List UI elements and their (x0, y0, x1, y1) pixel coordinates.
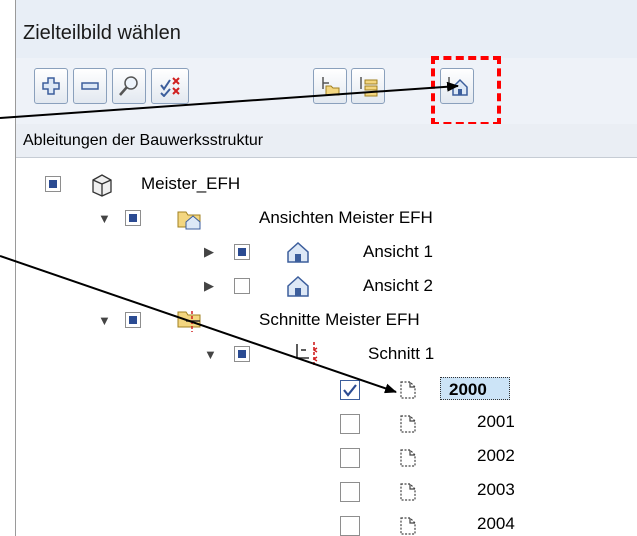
structure-levels-button[interactable] (351, 68, 385, 104)
tree-checkbox[interactable] (234, 278, 250, 294)
deselect-all-button[interactable] (151, 68, 189, 104)
drawing-page-icon (400, 415, 416, 433)
deselect-all-icon (160, 77, 180, 97)
chevron-right-icon[interactable]: ▶ (204, 278, 214, 294)
tree-checkbox[interactable] (340, 414, 360, 434)
expand-all-button[interactable] (34, 68, 68, 104)
tree-node-label: 2003 (477, 480, 515, 499)
tree-checkbox[interactable] (125, 210, 141, 226)
drawing-page-icon (400, 517, 416, 535)
collapse-all-icon (81, 82, 99, 90)
toolbar (16, 58, 637, 124)
tree-node-label-selected: 2000 (440, 377, 510, 400)
dialog-title: Zielteilbild wählen (23, 22, 181, 44)
expand-all-icon (42, 77, 60, 95)
tree-header: Ableitungen der Bauwerksstruktur (16, 124, 637, 158)
tree-node-drawing[interactable]: 2003 (16, 474, 637, 508)
tree-checkbox[interactable] (340, 482, 360, 502)
drawing-page-icon (400, 381, 416, 399)
tree-node-drawing[interactable]: 2001 (16, 406, 637, 440)
tree-checkbox[interactable] (125, 312, 141, 328)
tree-node-drawing[interactable]: 2004 (16, 508, 637, 536)
tree-node-schnitte[interactable]: ▼ Schnitte Meister EFH (16, 304, 637, 338)
structure-folder-button[interactable] (313, 68, 347, 104)
drawing-page-icon (400, 483, 416, 501)
house-icon (287, 241, 309, 263)
highlight-box (431, 56, 501, 126)
title-bar: Zielteilbild wählen (16, 0, 637, 58)
search-button[interactable] (112, 68, 146, 104)
checkmark-icon (343, 384, 357, 397)
drawing-page-icon (400, 449, 416, 467)
tree-node-label: Ansichten Meister EFH (259, 208, 433, 227)
building-icon (92, 174, 112, 197)
chevron-down-icon[interactable]: ▼ (204, 347, 217, 362)
house-icon (287, 275, 309, 297)
tree-node-ansicht-1[interactable]: ▶ Ansicht 1 (16, 236, 637, 270)
tree-node-ansichten[interactable]: ▼ Ansichten Meister EFH (16, 202, 637, 236)
structure-folder-icon (322, 77, 340, 96)
structure-levels-icon (360, 77, 378, 97)
tree-node-schnitt-1[interactable]: ▼ Schnitt 1 (16, 338, 637, 372)
tree-checkbox-checked[interactable] (340, 380, 360, 400)
tree-node-label: 2002 (477, 446, 515, 465)
tree-node-ansicht-2[interactable]: ▶ Ansicht 2 (16, 270, 637, 304)
target-drawing-dialog: Zielteilbild wählen Ableitungen der Bauw… (15, 0, 637, 536)
folder-sections-icon (177, 311, 201, 332)
tree-node-drawing[interactable]: 2000 (16, 372, 637, 406)
tree-checkbox[interactable] (340, 516, 360, 536)
tree-node-label: Schnitte Meister EFH (259, 310, 420, 329)
tree-node-label: 2001 (477, 412, 515, 431)
tree-checkbox[interactable] (234, 346, 250, 362)
folder-views-icon (177, 211, 201, 230)
tree-checkbox[interactable] (234, 244, 250, 260)
tree-header-label: Ableitungen der Bauwerksstruktur (23, 132, 264, 149)
chevron-down-icon[interactable]: ▼ (98, 313, 111, 328)
tree-node-label: 2004 (477, 514, 515, 533)
tree-node-label: Meister_EFH (141, 174, 241, 193)
chevron-down-icon[interactable]: ▼ (98, 211, 111, 226)
tree-node-drawing[interactable]: 2002 (16, 440, 637, 474)
collapse-all-button[interactable] (73, 68, 107, 104)
tree-node-label: Schnitt 1 (368, 344, 435, 363)
tree-node-root[interactable]: Meister_EFH (16, 168, 637, 202)
tree-node-label: Ansicht 2 (363, 276, 433, 295)
search-icon (119, 76, 138, 96)
tree-node-label: Ansicht 1 (363, 242, 433, 261)
section-icon (296, 342, 318, 367)
tree-checkbox[interactable] (45, 176, 61, 192)
chevron-right-icon[interactable]: ▶ (204, 244, 214, 260)
tree-checkbox[interactable] (340, 448, 360, 468)
